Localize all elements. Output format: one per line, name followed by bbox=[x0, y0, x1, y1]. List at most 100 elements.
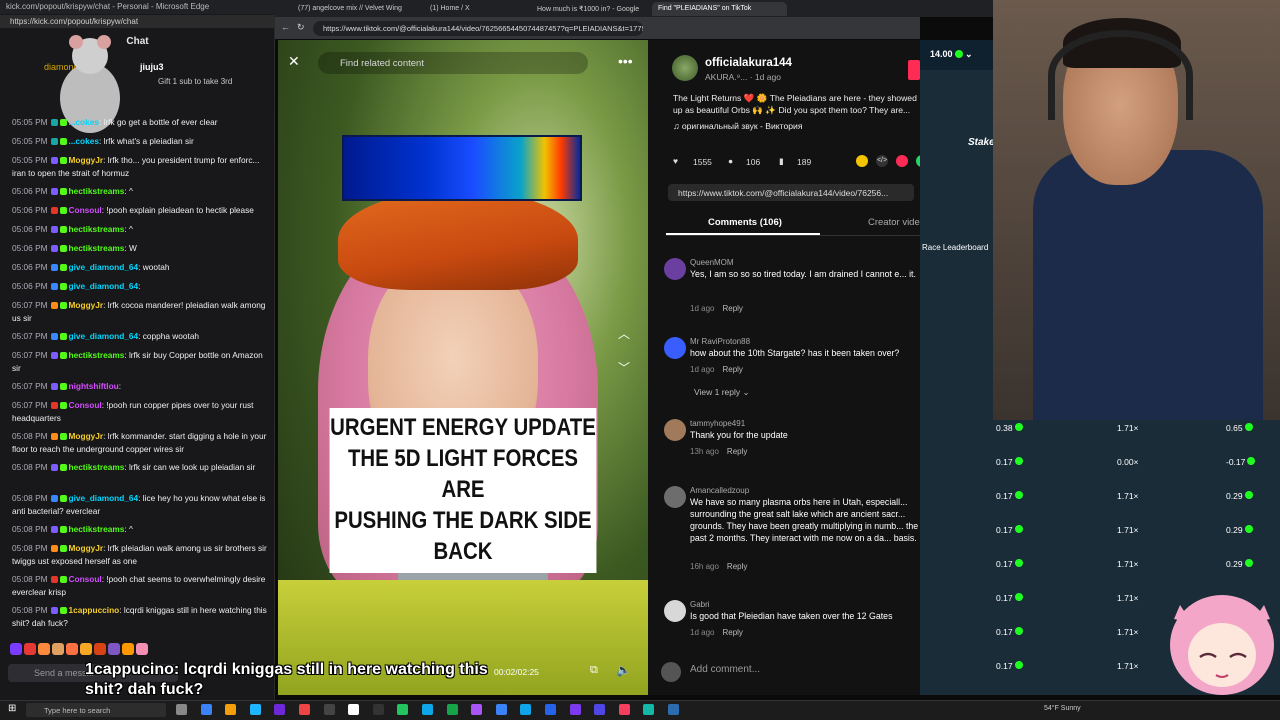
heart-icon[interactable]: ♥ bbox=[673, 157, 678, 166]
chat-username[interactable]: give_diamond_64 bbox=[69, 281, 139, 291]
emote-icon[interactable] bbox=[108, 643, 120, 655]
chat-username[interactable]: hectikstreams bbox=[69, 186, 125, 196]
chat-username[interactable]: 1cappuccino bbox=[69, 605, 120, 615]
taskbar-app-icon[interactable] bbox=[618, 704, 630, 715]
reply-button[interactable]: Reply bbox=[722, 628, 742, 637]
author-username[interactable]: officialakura144 bbox=[705, 57, 792, 69]
commenter-name[interactable]: Amancalledzoup bbox=[690, 486, 749, 495]
more-options-icon[interactable]: ••• bbox=[618, 54, 633, 68]
reply-button[interactable]: Reply bbox=[727, 562, 747, 571]
taskbar-app-icon[interactable] bbox=[643, 704, 655, 715]
chat-username[interactable]: MoggyJr bbox=[69, 543, 104, 553]
emote-icon[interactable] bbox=[94, 643, 106, 655]
browser-url-bar[interactable]: https://www.tiktok.com/@officialakura144… bbox=[313, 21, 643, 36]
taskbar-app-icon[interactable] bbox=[176, 704, 187, 715]
taskbar-app-icon[interactable] bbox=[348, 704, 360, 715]
related-content-search[interactable]: Find related content bbox=[318, 52, 588, 74]
taskbar-app-icon[interactable] bbox=[249, 704, 261, 715]
tiktok-video-player[interactable]: URGENT ENERGY UPDATE THE 5D LIGHT FORCES… bbox=[278, 40, 648, 695]
taskbar-app-icon[interactable] bbox=[569, 704, 581, 715]
taskbar-app-icon[interactable] bbox=[225, 704, 237, 715]
commenter-avatar[interactable] bbox=[664, 258, 686, 280]
taskbar-app-icon[interactable] bbox=[668, 704, 679, 715]
chat-username[interactable]: MoggyJr bbox=[69, 155, 104, 165]
taskbar-app-icon[interactable] bbox=[299, 704, 310, 715]
taskbar-app-icon[interactable] bbox=[545, 704, 556, 715]
browser-tab[interactable]: (77) angelcove mix // Velvet Wing bbox=[292, 2, 404, 16]
chevron-down-icon[interactable]: ﹀ bbox=[618, 362, 630, 374]
chat-username[interactable]: MoggyJr bbox=[69, 300, 104, 310]
chat-username[interactable]: ...cokes bbox=[69, 136, 99, 146]
browser-tab[interactable]: (1) Home / X bbox=[424, 2, 529, 16]
emote-icon[interactable] bbox=[10, 643, 22, 655]
chat-username[interactable]: hectikstreams bbox=[69, 462, 125, 472]
taskbar-app-icon[interactable] bbox=[323, 704, 335, 715]
commenter-name[interactable]: Mr RaviProton88 bbox=[690, 337, 750, 346]
chat-username[interactable]: hectikstreams bbox=[69, 243, 125, 253]
chat-username[interactable]: hectikstreams bbox=[69, 350, 125, 360]
author-avatar[interactable] bbox=[672, 55, 698, 81]
taskbar-app-icon[interactable] bbox=[520, 704, 532, 715]
browser-tab[interactable]: How much is ₹1000 in? - Google bbox=[531, 2, 646, 16]
stake-balance[interactable]: 14.00 ⌄ bbox=[930, 49, 973, 60]
taskbar-weather[interactable]: 54°F Sunny bbox=[1044, 705, 1081, 712]
volume-icon[interactable]: 🔈 bbox=[616, 664, 631, 676]
emote-icon[interactable] bbox=[24, 643, 36, 655]
reload-icon[interactable]: ↻ bbox=[297, 23, 305, 32]
taskbar-app-icon[interactable] bbox=[200, 704, 212, 715]
commenter-name[interactable]: QueenMOM bbox=[690, 258, 734, 267]
browser-tab[interactable]: Find "PLEIADIANS" on TikTok bbox=[652, 2, 787, 16]
follow-button[interactable] bbox=[908, 60, 920, 80]
taskbar-search-box[interactable]: Type here to search bbox=[26, 703, 166, 717]
chat-username[interactable]: hectikstreams bbox=[69, 524, 125, 534]
commenter-avatar[interactable] bbox=[664, 600, 686, 622]
chat-username[interactable]: Consoul bbox=[69, 400, 102, 410]
share-red-icon[interactable] bbox=[896, 155, 908, 167]
reply-button[interactable]: Reply bbox=[727, 447, 747, 456]
add-comment-input[interactable]: Add comment... bbox=[690, 664, 760, 675]
commenter-name[interactable]: Gabri bbox=[690, 600, 710, 609]
taskbar-app-icon[interactable] bbox=[372, 704, 384, 715]
reply-button[interactable]: Reply bbox=[722, 365, 742, 374]
copy-link-box[interactable]: https://www.tiktok.com/@officialakura144… bbox=[668, 184, 914, 201]
share-coin-icon[interactable] bbox=[856, 155, 868, 167]
emote-icon[interactable] bbox=[136, 643, 148, 655]
reply-button[interactable]: Reply bbox=[722, 304, 742, 313]
tab-comments[interactable]: Comments (106) bbox=[708, 217, 782, 228]
chat-username[interactable]: give_diamond_64 bbox=[69, 262, 139, 272]
chat-username[interactable]: ...cokes bbox=[69, 117, 99, 127]
post-sound[interactable]: ♫ оригинальный звук - Виктория bbox=[673, 121, 803, 131]
emote-icon[interactable] bbox=[52, 643, 64, 655]
chat-username[interactable]: nightshiftlou bbox=[69, 381, 119, 391]
chat-username[interactable]: give_diamond_64 bbox=[69, 493, 139, 503]
emote-icon[interactable] bbox=[38, 643, 50, 655]
chat-username[interactable]: Consoul bbox=[69, 205, 102, 215]
emote-icon[interactable] bbox=[80, 643, 92, 655]
taskbar-app-icon[interactable] bbox=[495, 704, 507, 715]
comment-icon[interactable]: ● bbox=[728, 157, 733, 166]
embed-icon[interactable]: </> bbox=[876, 155, 888, 167]
chat-username[interactable]: MoggyJr bbox=[69, 431, 104, 441]
race-leaderboard-link[interactable]: Race Leaderboard bbox=[922, 243, 988, 252]
close-icon[interactable]: ✕ bbox=[288, 54, 300, 68]
taskbar-app-icon[interactable] bbox=[594, 704, 606, 715]
tab-creator-videos[interactable]: Creator vide... bbox=[868, 217, 928, 228]
commenter-avatar[interactable] bbox=[664, 337, 686, 359]
commenter-avatar[interactable] bbox=[664, 486, 686, 508]
taskbar-app-icon[interactable] bbox=[422, 704, 433, 715]
view-replies-link[interactable]: View 1 reply ⌄ bbox=[694, 387, 750, 398]
chevron-up-icon[interactable]: ︿ bbox=[618, 328, 630, 340]
windows-start-icon[interactable]: ⊞ bbox=[8, 704, 16, 714]
taskbar-app-icon[interactable] bbox=[274, 704, 286, 715]
taskbar-app-icon[interactable] bbox=[397, 704, 409, 715]
taskbar-app-icon[interactable] bbox=[471, 704, 483, 715]
commenter-avatar[interactable] bbox=[664, 419, 686, 441]
emote-icon[interactable] bbox=[122, 643, 134, 655]
taskbar-app-icon[interactable] bbox=[446, 704, 458, 715]
emote-icon[interactable] bbox=[66, 643, 78, 655]
chat-url-bar[interactable]: https://kick.com/popout/krispyw/chat bbox=[0, 15, 275, 28]
chat-username[interactable]: hectikstreams bbox=[69, 224, 125, 234]
emote-quickbar[interactable] bbox=[10, 642, 210, 656]
chat-username[interactable]: give_diamond_64 bbox=[69, 331, 139, 341]
picture-in-picture-icon[interactable]: ⧉ bbox=[590, 665, 598, 676]
